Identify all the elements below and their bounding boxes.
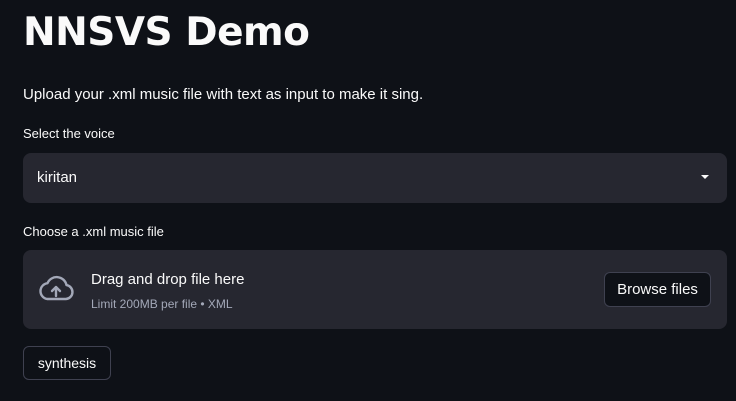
synthesis-button[interactable]: synthesis bbox=[23, 346, 111, 380]
voice-select-label: Select the voice bbox=[23, 126, 115, 141]
page-description: Upload your .xml music file with text as… bbox=[23, 86, 424, 103]
file-dropzone[interactable]: Drag and drop file here Limit 200MB per … bbox=[23, 250, 727, 329]
app-page: NNSVS Demo Upload your .xml music file w… bbox=[0, 0, 736, 401]
browse-files-button[interactable]: Browse files bbox=[604, 272, 711, 307]
cloud-upload-icon bbox=[39, 275, 74, 301]
page-title: NNSVS Demo bbox=[23, 10, 310, 55]
voice-select[interactable]: kiritan bbox=[23, 153, 727, 203]
file-uploader-label: Choose a .xml music file bbox=[23, 224, 164, 239]
chevron-down-icon bbox=[701, 175, 709, 179]
dropzone-limit-hint: Limit 200MB per file • XML bbox=[91, 297, 233, 311]
dropzone-title: Drag and drop file here bbox=[91, 271, 245, 288]
voice-select-value: kiritan bbox=[37, 169, 78, 186]
